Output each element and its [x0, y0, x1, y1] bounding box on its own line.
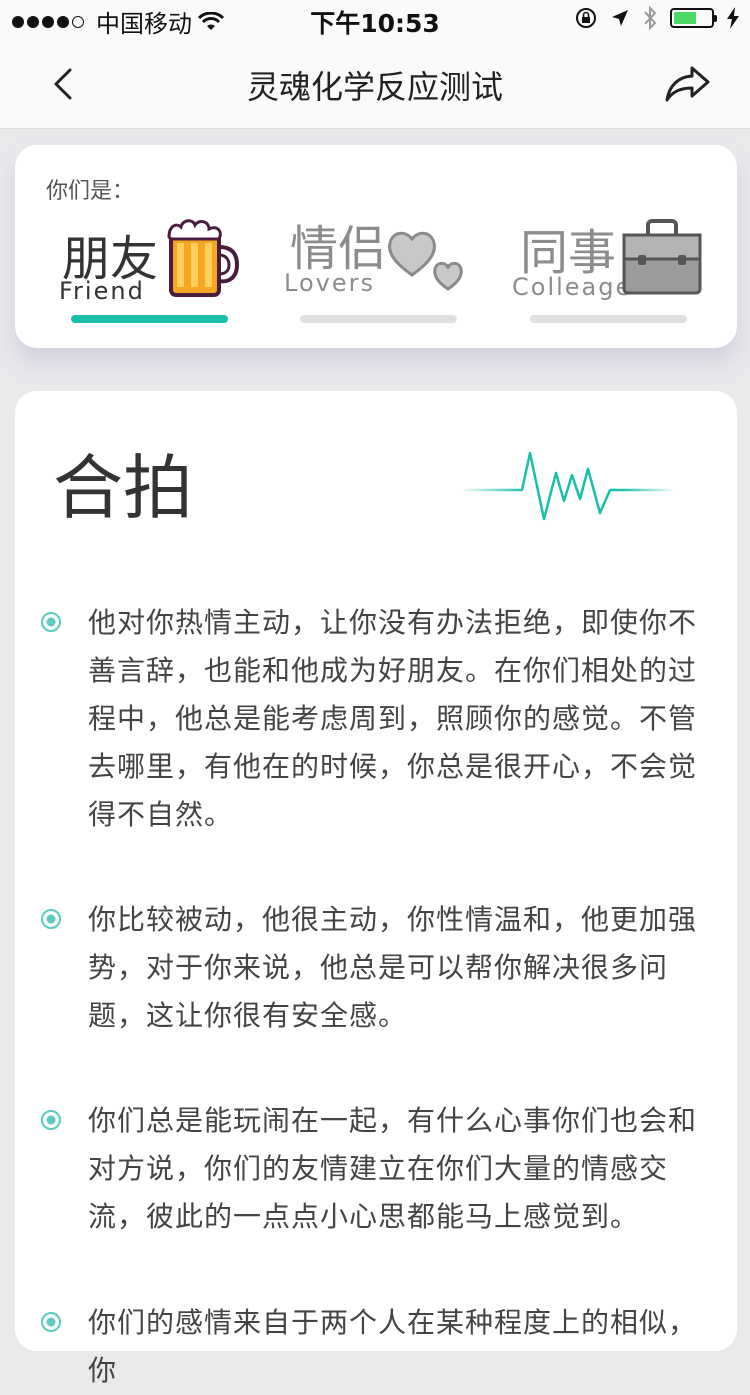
tab-label-en: Colleage — [512, 273, 633, 301]
tab-label-en: Lovers — [284, 269, 375, 297]
relationship-heading: 你们是： — [46, 179, 135, 204]
battery-icon — [670, 8, 717, 28]
radio-bullet-icon — [41, 1110, 61, 1130]
rotation-lock-icon — [576, 8, 596, 28]
charging-bolt-icon — [727, 7, 739, 29]
nav-bar: 灵魂化学反应测试 — [0, 40, 750, 129]
tab-label-en: Friend — [59, 277, 145, 305]
result-title: 合拍 — [53, 447, 193, 529]
tab-lovers[interactable]: 情侣 Lovers — [284, 213, 520, 323]
result-item-text: 你比较被动，他很主动，你性情温和，他更加强势，对于你来说，他总是可以帮你解决很多… — [88, 903, 698, 1032]
relationship-type-card: 你们是： 朋友 Friend 情侣 Lovers 同事 Colleage — [15, 145, 737, 348]
tab-indicator — [71, 315, 228, 323]
result-item-text: 你们的感情来自于两个人在某种程度上的相似，你 — [88, 1306, 698, 1387]
tab-indicator — [530, 315, 687, 323]
tab-friend[interactable]: 朋友 Friend — [59, 213, 291, 323]
result-card: 合拍 他对你热情主动，让你没有办法拒绝，即使你不善言辞，也能和他成为好朋友。在你… — [15, 391, 737, 1387]
radio-bullet-icon — [41, 612, 61, 632]
tab-colleague[interactable]: 同事 Colleage — [512, 213, 750, 323]
radio-bullet-icon — [41, 909, 61, 929]
hearts-icon — [388, 231, 463, 291]
radio-bullet-icon — [41, 1312, 61, 1332]
page-title: 灵魂化学反应测试 — [246, 68, 503, 106]
status-bar: 中国移动 下午10:53 — [0, 0, 750, 40]
status-right — [574, 5, 740, 31]
location-arrow-icon — [612, 10, 628, 26]
result-item-text: 他对你热情主动，让你没有办法拒绝，即使你不善言辞，也能和他成为好朋友。在你们相处… — [88, 606, 698, 831]
share-arrow-icon[interactable] — [664, 64, 712, 104]
result-item-text: 你们总是能玩闹在一起，有什么心事你们也会和对方说，你们的友情建立在你们大量的情感… — [88, 1104, 698, 1233]
bluetooth-icon — [644, 5, 657, 31]
beer-mug-icon — [167, 219, 239, 297]
tab-indicator — [300, 315, 457, 323]
briefcase-icon — [622, 219, 702, 295]
heartbeat-line-icon — [460, 451, 675, 521]
